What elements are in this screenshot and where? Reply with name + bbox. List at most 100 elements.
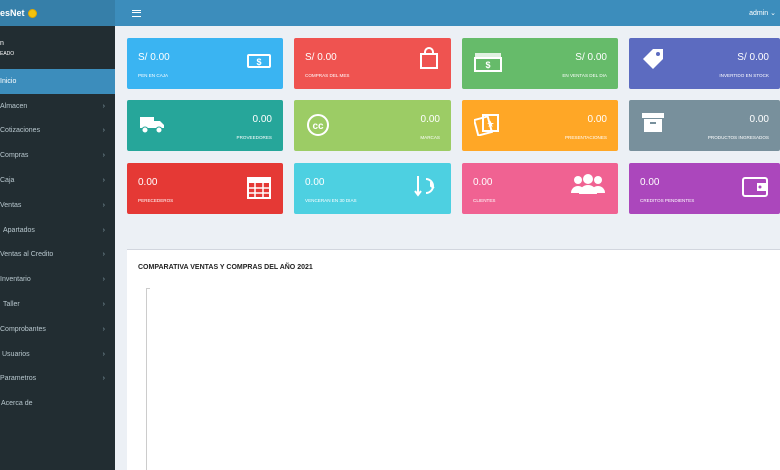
chevron-right-icon: › [102,375,105,383]
box-label: INVERTIDO EN STOCK [719,73,769,78]
box-pen-caja[interactable]: S/ 0.00 PEN EN CAJA $ [127,38,283,89]
chevron-right-icon: › [102,251,105,259]
sidebar-item-label: Compras [0,152,29,160]
box-label: COMPRAS DEL MES [305,73,350,78]
calendar-icon [247,177,271,199]
sidebar-item-label: Ventas al Credito [0,251,54,259]
history-icon [414,176,435,197]
sidebar-item-label: Ventas [0,201,22,209]
sidebar-item-comprobantes[interactable]: Comprobantes › [0,317,115,342]
user-panel: n EADO [0,26,115,69]
chevron-right-icon: › [102,102,105,110]
box-proveedores[interactable]: PROVEEDORES 0.00 [127,100,283,151]
sidebar-item-ventas[interactable]: Ventas › [0,193,115,218]
shopping-bag-icon [420,47,438,69]
sidebar-item-label: Almacen [0,102,28,110]
chevron-right-icon: › [102,325,105,333]
chevron-right-icon: › [102,177,105,185]
box-value: S/ 0.00 [305,52,337,63]
chevron-right-icon: › [102,276,105,284]
box-perecederos[interactable]: 0.00 PERECEDEROS [127,163,283,214]
menu-toggle-icon[interactable] [132,9,141,17]
svg-text:$: $ [485,60,490,70]
chart-panel: COMPARATIVA VENTAS Y COMPRAS DEL AÑO 202… [127,249,780,470]
box-creditos-pendientes[interactable]: 0.00 CREDITOS PENDIENTES [629,163,780,214]
box-label: MARCAS [420,135,440,140]
box-value: S/ 0.00 [737,52,769,63]
sidebar-item-label: Apartados [3,226,35,234]
sidebar-item-caja[interactable]: Caja › [0,168,115,193]
box-compras-mes[interactable]: S/ 0.00 COMPRAS DEL MES [294,38,451,89]
box-label: VENCERAN EN 30 DIAS [305,198,357,203]
sidebar-item-label: Parametros [0,375,37,383]
box-productos-ingresados[interactable]: 0.00 PRODUCTOS INGRESADOS [629,100,780,151]
box-label: PRESENTACIONES [564,135,607,140]
sidebar-item-usuarios[interactable]: Usuarios › [0,342,115,367]
money-stack-icon: $ [474,53,502,72]
box-value: 0.00 [473,177,493,188]
box-presentaciones[interactable]: 0.00 PRESENTACIONES ★ [462,100,618,151]
sidebar-item-label: Cotizaciones [0,127,41,135]
box-value: 0.00 [587,114,607,125]
sidebar-item-parametros[interactable]: Parametros › [0,367,115,392]
box-label: PRODUCTOS INGRESADOS [707,135,769,140]
sidebar-item-label: Inicio [0,77,17,85]
svg-text:cc: cc [312,121,324,132]
box-label: CREDITOS PENDIENTES [640,198,695,203]
box-marcas[interactable]: 0.00 MARCAS cc [294,100,451,151]
chart-axis [146,288,150,470]
sidebar-item-apartados[interactable]: Apartados › [0,218,115,243]
svg-text:$: $ [256,57,261,67]
sidebar-item-label: Caja [0,177,15,185]
box-value: 0.00 [420,114,440,125]
sidebar-item-label: Inventario [0,276,31,284]
box-clientes[interactable]: 0.00 CLIENTES [462,163,618,214]
photos-icon: ★ [474,114,499,136]
brand-logo[interactable]: esNet [0,0,115,26]
sidebar-menu: Inicio Almacen › Cotizaciones › Compras › C… [0,69,115,416]
box-invertido-stock[interactable]: S/ 0.00 INVERTIDO EN STOCK [629,38,780,89]
sidebar-item-acerca[interactable]: Acerca de [0,391,115,416]
box-label: PERECEDEROS [138,198,174,203]
sidebar-item-ventas-credito[interactable]: Ventas al Credito › [0,243,115,268]
sidebar-item-inventario[interactable]: Inventario › [0,267,115,292]
box-value: S/ 0.00 [138,52,170,63]
box-value: 0.00 [138,177,158,188]
box-value: S/ 0.00 [575,52,607,63]
chart-title: COMPARATIVA VENTAS Y COMPRAS DEL AÑO 202… [138,264,313,271]
sidebar-item-almacen[interactable]: Almacen › [0,94,115,119]
sidebar-item-taller[interactable]: Taller › [0,292,115,317]
sidebar: esNet n EADO Inicio Almacen › Cotizacione… [0,0,115,470]
box-value: 0.00 [305,177,325,188]
coin-icon [27,8,37,18]
box-label: EN VENTAS DEL DIA [562,73,607,78]
money-icon: $ [247,54,271,68]
sidebar-item-inicio[interactable]: Inicio [0,69,115,94]
wallet-icon [742,177,768,197]
sidebar-item-label: Comprobantes [0,325,46,333]
sidebar-item-compras[interactable]: Compras › [0,143,115,168]
chevron-right-icon: › [102,301,105,309]
sidebar-item-label: Usuarios [2,350,30,358]
box-venceran-30-dias[interactable]: 0.00 VENCERAN EN 30 DIAS [294,163,451,214]
user-role: EADO [0,51,15,57]
sidebar-item-label: Taller [3,301,20,309]
box-value: 0.00 [640,177,660,188]
box-label: PEN EN CAJA [138,73,169,78]
sidebar-item-cotizaciones[interactable]: Cotizaciones › [0,119,115,144]
user-name: n [0,40,4,47]
box-value: 0.00 [252,114,272,125]
chevron-right-icon: › [102,350,105,358]
sidebar-item-label: Acerca de [1,400,33,408]
chevron-right-icon: › [102,127,105,135]
box-value: 0.00 [749,114,769,125]
box-ventas-dia[interactable]: S/ 0.00 EN VENTAS DEL DIA $ [462,38,618,89]
chevron-right-icon: › [102,152,105,160]
copyright-icon: cc [307,114,329,136]
box-label: CLIENTES [473,198,496,203]
user-menu[interactable]: admin ⌄ [749,9,776,17]
tag-icon [643,49,663,69]
truck-icon [140,117,164,134]
brand-name: esNet [0,8,25,18]
box-label: PROVEEDORES [236,135,272,140]
